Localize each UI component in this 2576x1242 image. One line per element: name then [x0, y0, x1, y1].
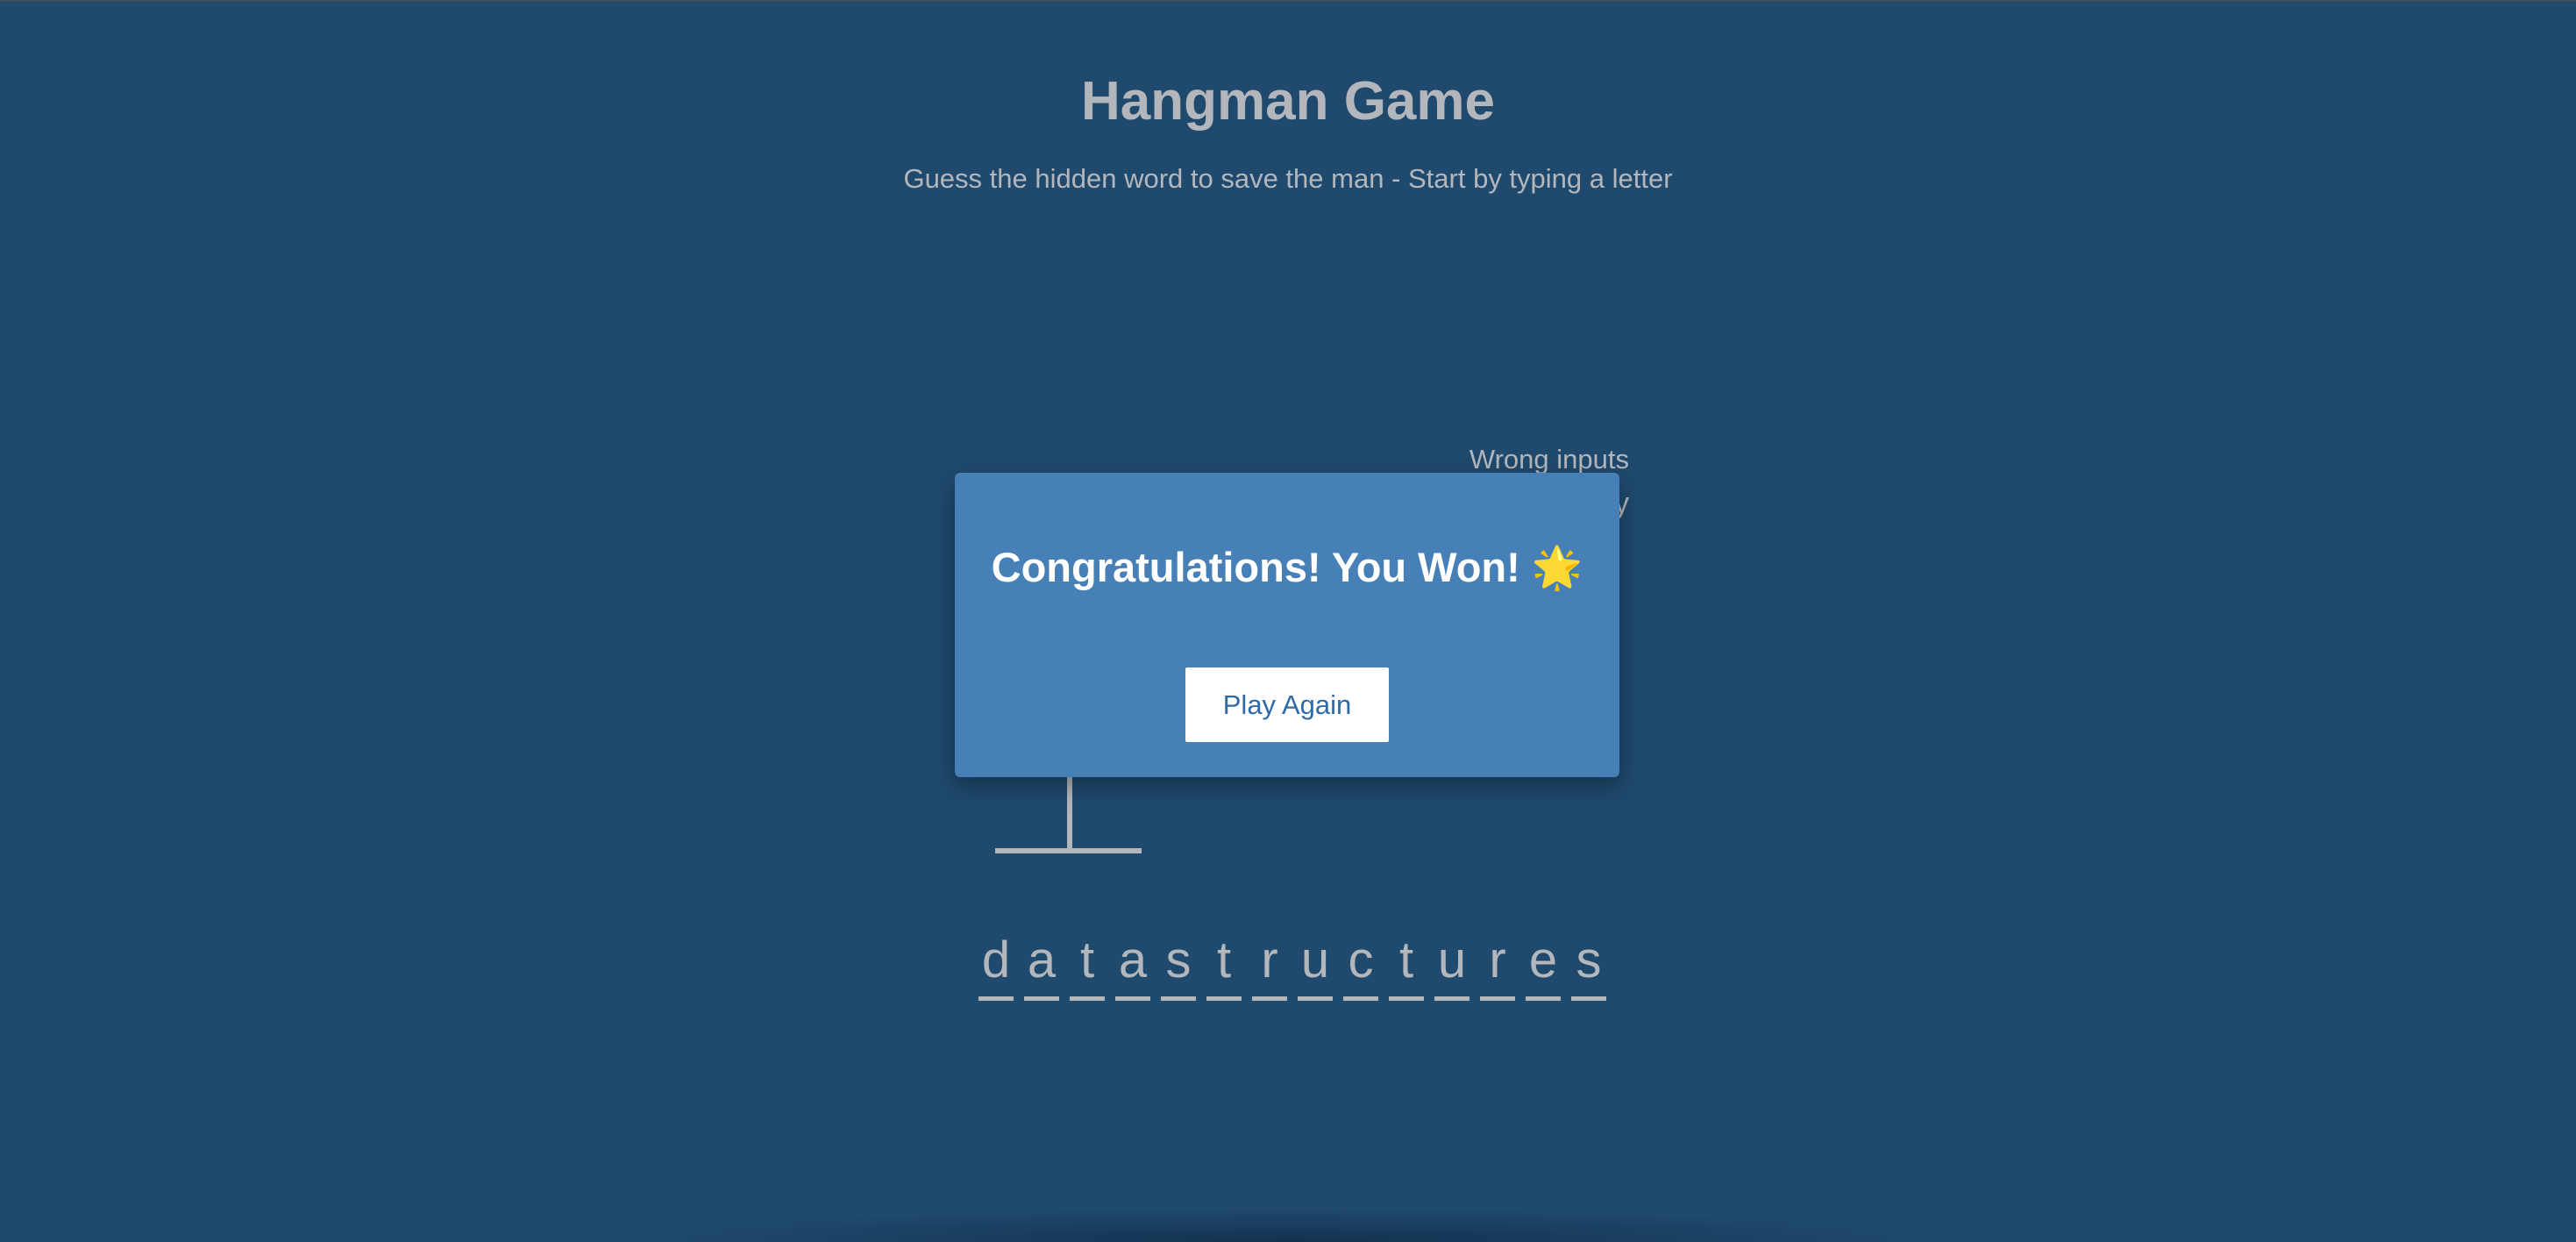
letter-slot: c — [1338, 930, 1384, 1001]
hidden-word: datastructures — [973, 930, 1612, 1001]
letter-char: s — [1165, 932, 1192, 989]
letter-char: t — [1079, 932, 1095, 989]
letter-slot: a — [1110, 930, 1156, 1001]
bottom-shadow — [614, 1207, 1964, 1242]
letter-char: a — [1027, 932, 1057, 989]
letter-underline — [1161, 996, 1196, 1001]
letter-underline — [1526, 996, 1561, 1001]
letter-char: t — [1216, 932, 1232, 989]
letter-underline — [1206, 996, 1242, 1001]
letter-char: d — [981, 932, 1011, 989]
letter-slot: s — [1156, 930, 1201, 1001]
letter-slot: d — [973, 930, 1019, 1001]
letter-underline — [1252, 996, 1287, 1001]
letter-slot: a — [1019, 930, 1064, 1001]
win-message: Congratulations! You Won! 🌟 — [991, 544, 1583, 590]
letter-underline — [1480, 996, 1515, 1001]
window-top-border — [0, 0, 2576, 2]
letter-underline — [1571, 996, 1606, 1001]
letter-underline — [978, 996, 1014, 1001]
letter-char: e — [1528, 932, 1558, 989]
letter-underline — [1434, 996, 1469, 1001]
letter-char: u — [1300, 932, 1330, 989]
win-modal: Congratulations! You Won! 🌟 Play Again — [955, 473, 1619, 777]
letter-char: u — [1437, 932, 1467, 989]
page-title: Hangman Game — [1080, 71, 1496, 132]
letter-underline — [1389, 996, 1424, 1001]
page-subtitle: Guess the hidden word to save the man - … — [903, 163, 1673, 194]
letter-underline — [1298, 996, 1333, 1001]
letter-slot: s — [1566, 930, 1612, 1001]
play-again-button[interactable]: Play Again — [1185, 667, 1389, 742]
letter-slot: u — [1429, 930, 1475, 1001]
letter-char: r — [1261, 932, 1278, 989]
letter-char: c — [1348, 932, 1374, 989]
letter-slot: u — [1292, 930, 1338, 1001]
letter-slot: e — [1520, 930, 1566, 1001]
letter-underline — [1115, 996, 1150, 1001]
letter-slot: t — [1384, 930, 1429, 1001]
letter-slot: t — [1201, 930, 1247, 1001]
letter-underline — [1070, 996, 1105, 1001]
letter-char: r — [1489, 932, 1506, 989]
letter-char: s — [1576, 932, 1602, 989]
letter-slot: r — [1475, 930, 1520, 1001]
letter-slot: t — [1064, 930, 1110, 1001]
letter-underline — [1024, 996, 1059, 1001]
letter-char: a — [1118, 932, 1148, 989]
letter-char: t — [1398, 932, 1414, 989]
wrong-inputs-label: Wrong inputs — [1469, 444, 1629, 475]
letter-underline — [1343, 996, 1378, 1001]
letter-slot: r — [1247, 930, 1292, 1001]
